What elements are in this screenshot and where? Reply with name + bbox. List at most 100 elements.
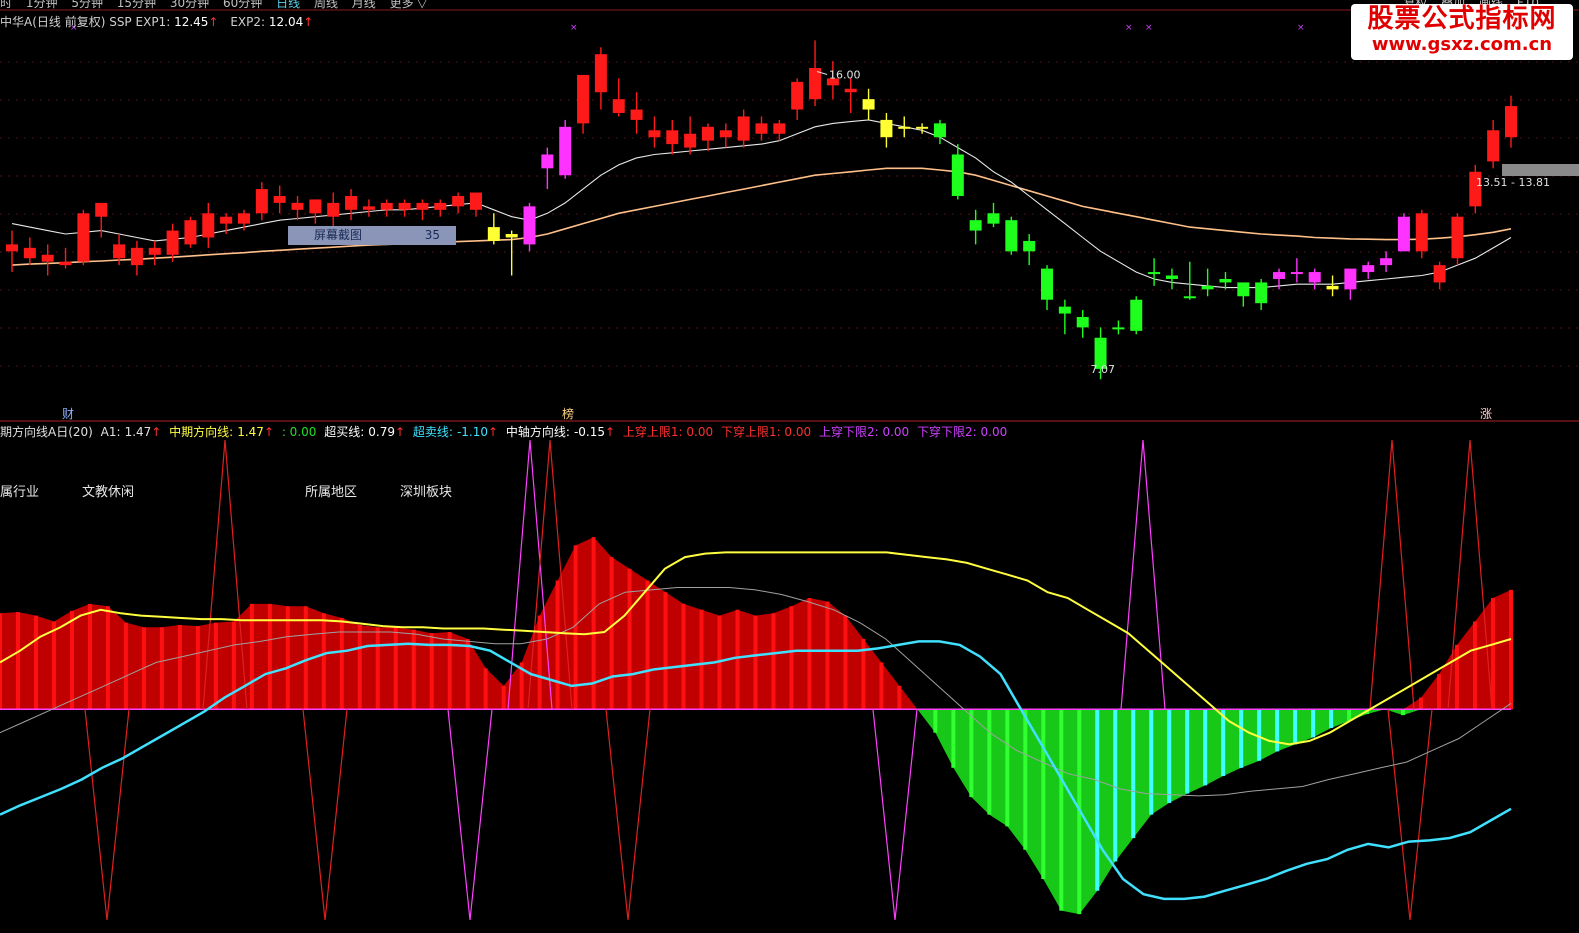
candle-body bbox=[362, 206, 375, 210]
candle-body bbox=[1487, 130, 1500, 162]
kline-svg[interactable]: × × × × ×16.007.07 bbox=[0, 0, 1579, 929]
candle-body bbox=[1397, 216, 1410, 252]
histogram-bar bbox=[1401, 709, 1406, 716]
histogram-bar bbox=[213, 622, 218, 710]
histogram-bar bbox=[1419, 697, 1424, 710]
candle-body bbox=[41, 254, 54, 262]
exp2-label: EXP2: bbox=[230, 15, 266, 29]
exp1-label: EXP1: bbox=[135, 15, 171, 29]
histogram-bar bbox=[537, 615, 542, 710]
high-price-label: 16.00 bbox=[829, 68, 861, 81]
histogram-bar bbox=[1347, 709, 1352, 721]
histogram-bar bbox=[51, 621, 56, 710]
mid-label: 中期方向线: bbox=[169, 425, 234, 439]
histogram-bar bbox=[825, 601, 830, 710]
period-tab[interactable]: 时 bbox=[0, 0, 12, 10]
candle-body bbox=[1076, 317, 1089, 328]
histogram-bar bbox=[15, 612, 20, 710]
candle-body bbox=[1362, 265, 1375, 273]
histogram-bar bbox=[411, 629, 416, 710]
candle-body bbox=[1058, 306, 1071, 314]
candle-body bbox=[273, 195, 286, 203]
oversell-label: 超卖线: bbox=[412, 425, 453, 439]
histogram-bar bbox=[69, 610, 74, 710]
histogram-bar bbox=[501, 685, 506, 710]
marker-right: 涨 bbox=[1480, 407, 1493, 421]
period-tab[interactable]: 30分钟 bbox=[170, 0, 209, 10]
candle-body bbox=[933, 123, 946, 138]
a1-label: A1: bbox=[100, 425, 121, 439]
top-x-marker: × bbox=[1145, 23, 1153, 33]
candle-body bbox=[701, 126, 714, 141]
histogram-bar bbox=[1437, 674, 1442, 710]
period-tab[interactable]: 月线 bbox=[352, 0, 376, 10]
histogram-bar bbox=[1275, 709, 1280, 752]
sub-title: 期方向线A日(20) bbox=[0, 425, 93, 439]
histogram-bar bbox=[663, 592, 668, 710]
candle-body bbox=[773, 123, 786, 134]
signal-spike-up bbox=[1120, 439, 1166, 710]
candle-body bbox=[719, 130, 732, 138]
candle-body bbox=[1219, 278, 1232, 283]
candle-body bbox=[1451, 216, 1464, 259]
screenshot-tag[interactable]: 屏幕截图 35 bbox=[288, 226, 456, 245]
histogram-bar bbox=[447, 632, 452, 710]
candle-body bbox=[791, 81, 804, 110]
candle-body bbox=[505, 234, 518, 238]
period-tab[interactable]: 15分钟 bbox=[117, 0, 156, 10]
histogram-bar bbox=[1329, 709, 1334, 728]
period-tab[interactable]: 1分钟 bbox=[26, 0, 58, 10]
histogram-bar bbox=[33, 615, 38, 710]
histogram-bar bbox=[771, 613, 776, 710]
candle-body bbox=[898, 126, 911, 129]
sub-info-bar: 期方向线A日(20) A1: 1.47↑ 中期方向线: 1.47↑ : 0.00 超… bbox=[0, 423, 1011, 440]
candle-body bbox=[113, 244, 126, 259]
up-arrow-icon: ↑ bbox=[605, 425, 616, 439]
period-tab[interactable]: 60分钟 bbox=[223, 0, 262, 10]
histogram-bar bbox=[753, 615, 758, 710]
histogram-bar bbox=[285, 606, 290, 710]
histogram-bar bbox=[897, 685, 902, 710]
marker-mid: 榜 bbox=[562, 407, 575, 421]
histogram-bar bbox=[1221, 709, 1226, 776]
candle-body bbox=[1415, 213, 1428, 252]
candle-body bbox=[809, 68, 822, 100]
signal-spike-down bbox=[872, 709, 918, 921]
candle-body bbox=[184, 220, 197, 245]
a1-value: 1.47 bbox=[124, 425, 152, 439]
candle-body bbox=[559, 126, 572, 176]
candle-body bbox=[862, 99, 875, 110]
histogram-bar bbox=[843, 615, 848, 710]
candle-body bbox=[1130, 299, 1143, 331]
histogram-bar bbox=[645, 580, 650, 710]
candle-body bbox=[6, 244, 18, 252]
period-tab-daily[interactable]: 日线 bbox=[276, 0, 300, 10]
histogram-bar bbox=[231, 621, 236, 710]
histogram-bar bbox=[735, 609, 740, 710]
overbuy-label: 超买线: bbox=[324, 425, 365, 439]
histogram-bar bbox=[483, 668, 488, 710]
signal-spike-down bbox=[1387, 709, 1433, 921]
histogram-bar bbox=[1239, 709, 1244, 768]
candle-body bbox=[648, 130, 661, 138]
up-arrow-icon: ↑ bbox=[263, 425, 274, 439]
histogram-bar bbox=[159, 627, 164, 710]
histogram-bar bbox=[1257, 709, 1262, 761]
period-tab[interactable]: 周线 bbox=[314, 0, 338, 10]
histogram-bar bbox=[105, 606, 110, 710]
more-tab[interactable]: 更多 ▽ bbox=[390, 0, 427, 10]
histogram-bar bbox=[933, 709, 938, 733]
candle-body bbox=[1148, 272, 1161, 275]
period-tab[interactable]: 5分钟 bbox=[71, 0, 103, 10]
candle-body bbox=[1273, 272, 1286, 279]
region-label: 所属地区 bbox=[305, 485, 358, 500]
candle-body bbox=[1505, 106, 1517, 138]
chart-stage[interactable]: × × × × × 16.00 7.07 时 1分钟 5分钟 15分钟 30分钟 60分钟 … bbox=[0, 0, 1579, 929]
histogram-bar bbox=[1095, 709, 1100, 891]
candle-body bbox=[469, 192, 482, 210]
candle-body bbox=[1023, 240, 1036, 252]
candle-body bbox=[166, 230, 179, 255]
histogram-bar bbox=[303, 606, 308, 710]
histogram-bar bbox=[1203, 709, 1208, 786]
histogram-bar bbox=[375, 627, 380, 710]
